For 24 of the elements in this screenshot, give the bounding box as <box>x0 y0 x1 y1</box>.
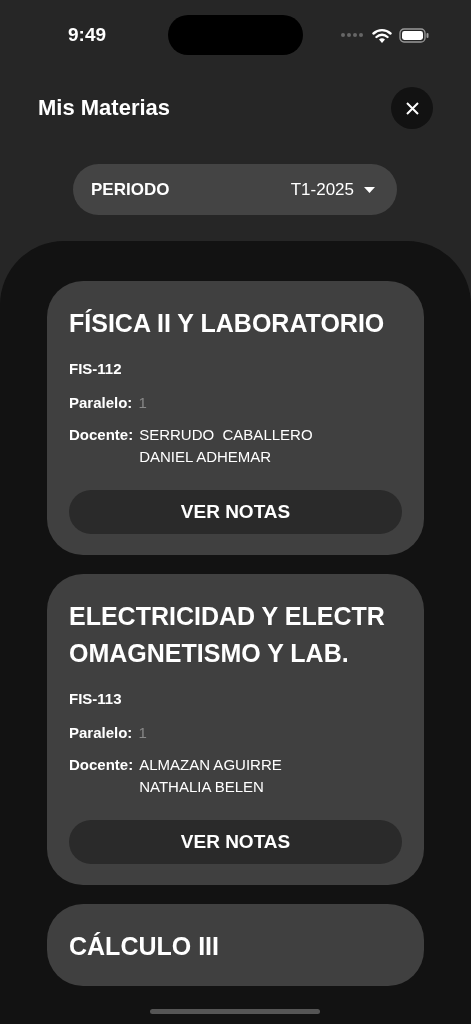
parallel-label: Paralelo: <box>69 393 133 413</box>
teacher-name: ALMAZAN AGUIRRE NATHALIA BELEN <box>139 755 283 797</box>
view-grades-button[interactable]: VER NOTAS <box>69 820 402 864</box>
subject-title: ELECTRICIDAD Y ELECTROMAGNETISMO Y LAB. <box>69 601 386 669</box>
parallel-value: 1 <box>138 393 147 413</box>
clock-time: 9:49 <box>68 24 108 46</box>
subject-title: CÁLCULO III <box>69 931 220 962</box>
subject-title: FÍSICA II Y LABORATORIO <box>69 308 386 339</box>
teacher-name: SERRUDO CABALLERO DANIEL ADHEMAR <box>139 425 314 467</box>
battery-icon <box>399 27 429 43</box>
teacher-label: Docente: <box>69 425 134 445</box>
screen-title: Mis Materias <box>38 95 171 121</box>
parallel-value: 1 <box>138 723 147 743</box>
close-icon <box>405 101 419 115</box>
teacher-label: Docente: <box>69 755 134 775</box>
caret-icon <box>364 186 375 193</box>
parallel-label: Paralelo: <box>69 723 133 743</box>
close-button[interactable] <box>391 87 433 129</box>
period-dropdown[interactable]: PERIODO T1-2025 <box>73 164 397 215</box>
subject-code: FIS-113 <box>69 690 123 707</box>
view-grades-button[interactable]: VER NOTAS <box>69 490 402 534</box>
wifi-icon <box>372 27 392 43</box>
signal-icon <box>341 33 365 37</box>
subject-code: FIS-112 <box>69 360 123 377</box>
